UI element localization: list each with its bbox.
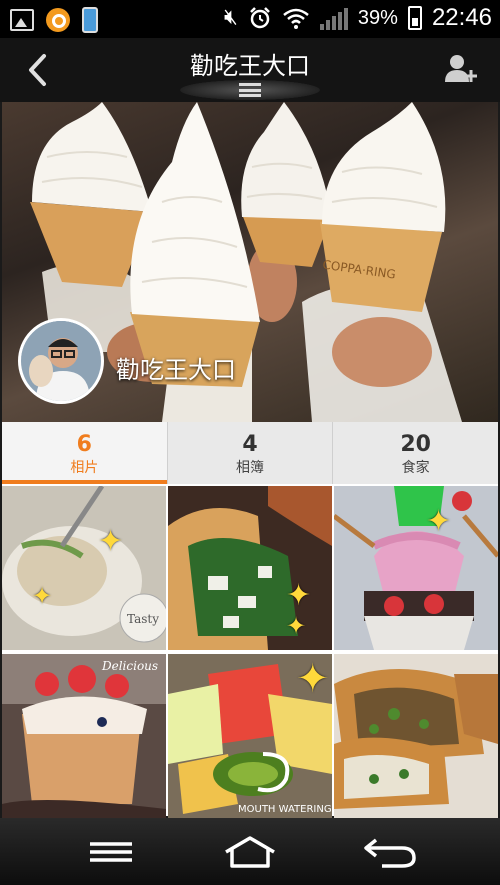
- photos-label: 相片: [70, 460, 99, 476]
- food-photo: [168, 486, 332, 650]
- sparkle-icon: ✦: [98, 524, 124, 559]
- add-friend-button[interactable]: [444, 52, 478, 86]
- menu-handle[interactable]: [180, 80, 320, 100]
- wifi-icon: [283, 8, 309, 29]
- avatar[interactable]: [18, 318, 104, 404]
- signal-icon: [319, 6, 348, 30]
- tab-albums[interactable]: 4 相簿: [168, 422, 334, 484]
- sparkle-icon: ✦: [296, 656, 330, 702]
- alarm-icon: [250, 7, 270, 29]
- stats-tabs: 6 相片 4 相簿 20 食家: [2, 422, 498, 484]
- restaurants-count: 20: [400, 432, 431, 457]
- albums-count: 4: [242, 432, 258, 457]
- mute-icon: 🔇︎: [224, 5, 238, 30]
- albums-label: 相簿: [236, 460, 264, 476]
- photos-count: 6: [76, 432, 92, 457]
- page-title: 勸吃王大口: [190, 52, 310, 80]
- battery-charging-icon: [407, 6, 422, 30]
- mouth-watering-watermark: MOUTH WATERING: [238, 804, 332, 815]
- sparkle-icon: ✦: [286, 578, 312, 613]
- food-photo: [334, 654, 498, 818]
- clock: 22:46: [431, 4, 492, 31]
- delicious-watermark: Delicious: [101, 659, 158, 673]
- add-friend-icon: [445, 55, 477, 82]
- sparkle-icon: ✦: [426, 504, 452, 539]
- app-header: 勸吃王大口: [0, 38, 500, 102]
- restaurants-label: 食家: [401, 460, 430, 476]
- gallery-icon: [10, 9, 34, 31]
- app-notification-icon: [46, 8, 70, 32]
- sparkle-icon: ✦: [32, 582, 53, 610]
- nav-home-button[interactable]: [220, 832, 280, 872]
- phone-icon: [82, 7, 98, 33]
- status-bar: 🔇︎ 39% 22:46: [0, 0, 500, 38]
- photo-tile[interactable]: [334, 654, 498, 818]
- photo-tile[interactable]: ✦: [334, 486, 498, 650]
- avatar-photo: [21, 321, 101, 401]
- photo-tile[interactable]: ✦ ✦: [168, 486, 332, 650]
- tab-photos[interactable]: 6 相片: [2, 422, 168, 484]
- back-icon: [364, 838, 416, 868]
- menu-icon: [90, 842, 132, 862]
- food-photo: Delicious: [2, 654, 166, 818]
- menu-handle-icon: [239, 83, 261, 97]
- profile-name: 勸吃王大口: [116, 356, 236, 384]
- food-photo: [334, 486, 498, 650]
- photo-tile[interactable]: Delicious: [2, 654, 166, 818]
- home-icon: [225, 836, 275, 868]
- tasty-watermark: Tasty: [127, 612, 159, 626]
- system-nav-bar: [0, 818, 500, 885]
- photo-grid: Tasty ✦ ✦ ✦ ✦ ✦ Delicious MOUTH WATERING…: [2, 484, 498, 818]
- photo-tile[interactable]: MOUTH WATERING ✦: [168, 654, 332, 818]
- nav-menu-button[interactable]: [80, 832, 140, 872]
- nav-back-button[interactable]: [360, 832, 420, 872]
- photo-tile[interactable]: Tasty ✦ ✦: [2, 486, 166, 650]
- sparkle-icon: ✦: [286, 612, 307, 640]
- battery-percent: 39%: [357, 6, 398, 29]
- food-photo: Tasty: [2, 486, 166, 650]
- tab-restaurants[interactable]: 20 食家: [333, 422, 498, 484]
